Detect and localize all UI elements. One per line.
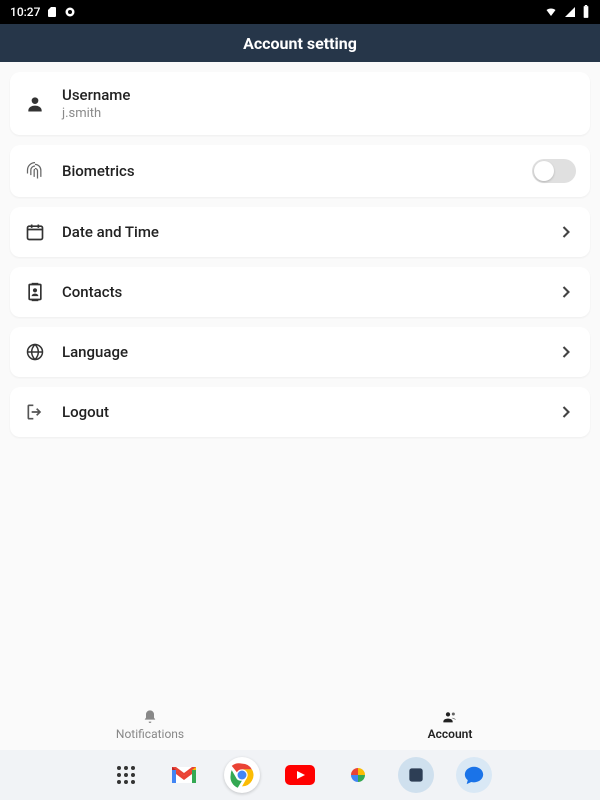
- android-status-bar: 10:27: [0, 0, 600, 24]
- sdcard-icon: [46, 6, 58, 18]
- chevron-right-icon: [556, 282, 576, 302]
- setting-row-contacts[interactable]: Contacts: [10, 267, 590, 317]
- globe-icon: [24, 341, 46, 363]
- logout-label: Logout: [62, 403, 556, 421]
- setting-row-logout[interactable]: Logout: [10, 387, 590, 437]
- fingerprint-icon: [24, 160, 46, 182]
- bottom-tab-bar: Notifications Account: [0, 700, 600, 750]
- setting-row-datetime[interactable]: Date and Time: [10, 207, 590, 257]
- contacts-icon: [24, 281, 46, 303]
- logout-icon: [24, 401, 46, 423]
- tab-account[interactable]: Account: [300, 700, 600, 750]
- tab-notifications-label: Notifications: [116, 727, 184, 741]
- app-drawer-icon[interactable]: [108, 757, 144, 793]
- bell-icon: [142, 709, 158, 725]
- setting-row-language[interactable]: Language: [10, 327, 590, 377]
- messages-icon[interactable]: [456, 757, 492, 793]
- setting-row-biometrics[interactable]: Biometrics: [10, 145, 590, 197]
- biometrics-label: Biometrics: [62, 162, 532, 180]
- setting-row-username[interactable]: Username j.smith: [10, 72, 590, 135]
- youtube-icon[interactable]: [282, 757, 318, 793]
- page-header: Account setting: [0, 24, 600, 62]
- language-label: Language: [62, 343, 556, 361]
- android-dock: [0, 750, 600, 800]
- gmail-icon[interactable]: [166, 757, 202, 793]
- person-icon: [24, 93, 46, 115]
- circle-icon: [64, 6, 76, 18]
- app-unknown-icon[interactable]: [398, 757, 434, 793]
- page-title: Account setting: [243, 34, 357, 53]
- account-icon: [442, 709, 458, 725]
- chrome-icon[interactable]: [224, 757, 260, 793]
- toggle-knob: [534, 161, 554, 181]
- calendar-icon: [24, 221, 46, 243]
- contacts-label: Contacts: [62, 283, 556, 301]
- tab-account-label: Account: [428, 727, 473, 741]
- battery-icon: [582, 5, 590, 19]
- username-value: j.smith: [62, 106, 576, 121]
- chevron-right-icon: [556, 342, 576, 362]
- settings-list: Username j.smith Biometrics Date and Tim…: [0, 62, 600, 457]
- status-left-cluster: 10:27: [10, 5, 76, 19]
- wifi-icon: [544, 6, 558, 18]
- chevron-right-icon: [556, 222, 576, 242]
- tab-notifications[interactable]: Notifications: [0, 700, 300, 750]
- status-time: 10:27: [10, 5, 40, 19]
- biometrics-toggle[interactable]: [532, 159, 576, 183]
- google-photos-icon[interactable]: [340, 757, 376, 793]
- status-right-cluster: [544, 5, 590, 19]
- signal-icon: [564, 6, 576, 18]
- chevron-right-icon: [556, 402, 576, 422]
- datetime-label: Date and Time: [62, 223, 556, 241]
- username-label: Username: [62, 86, 576, 104]
